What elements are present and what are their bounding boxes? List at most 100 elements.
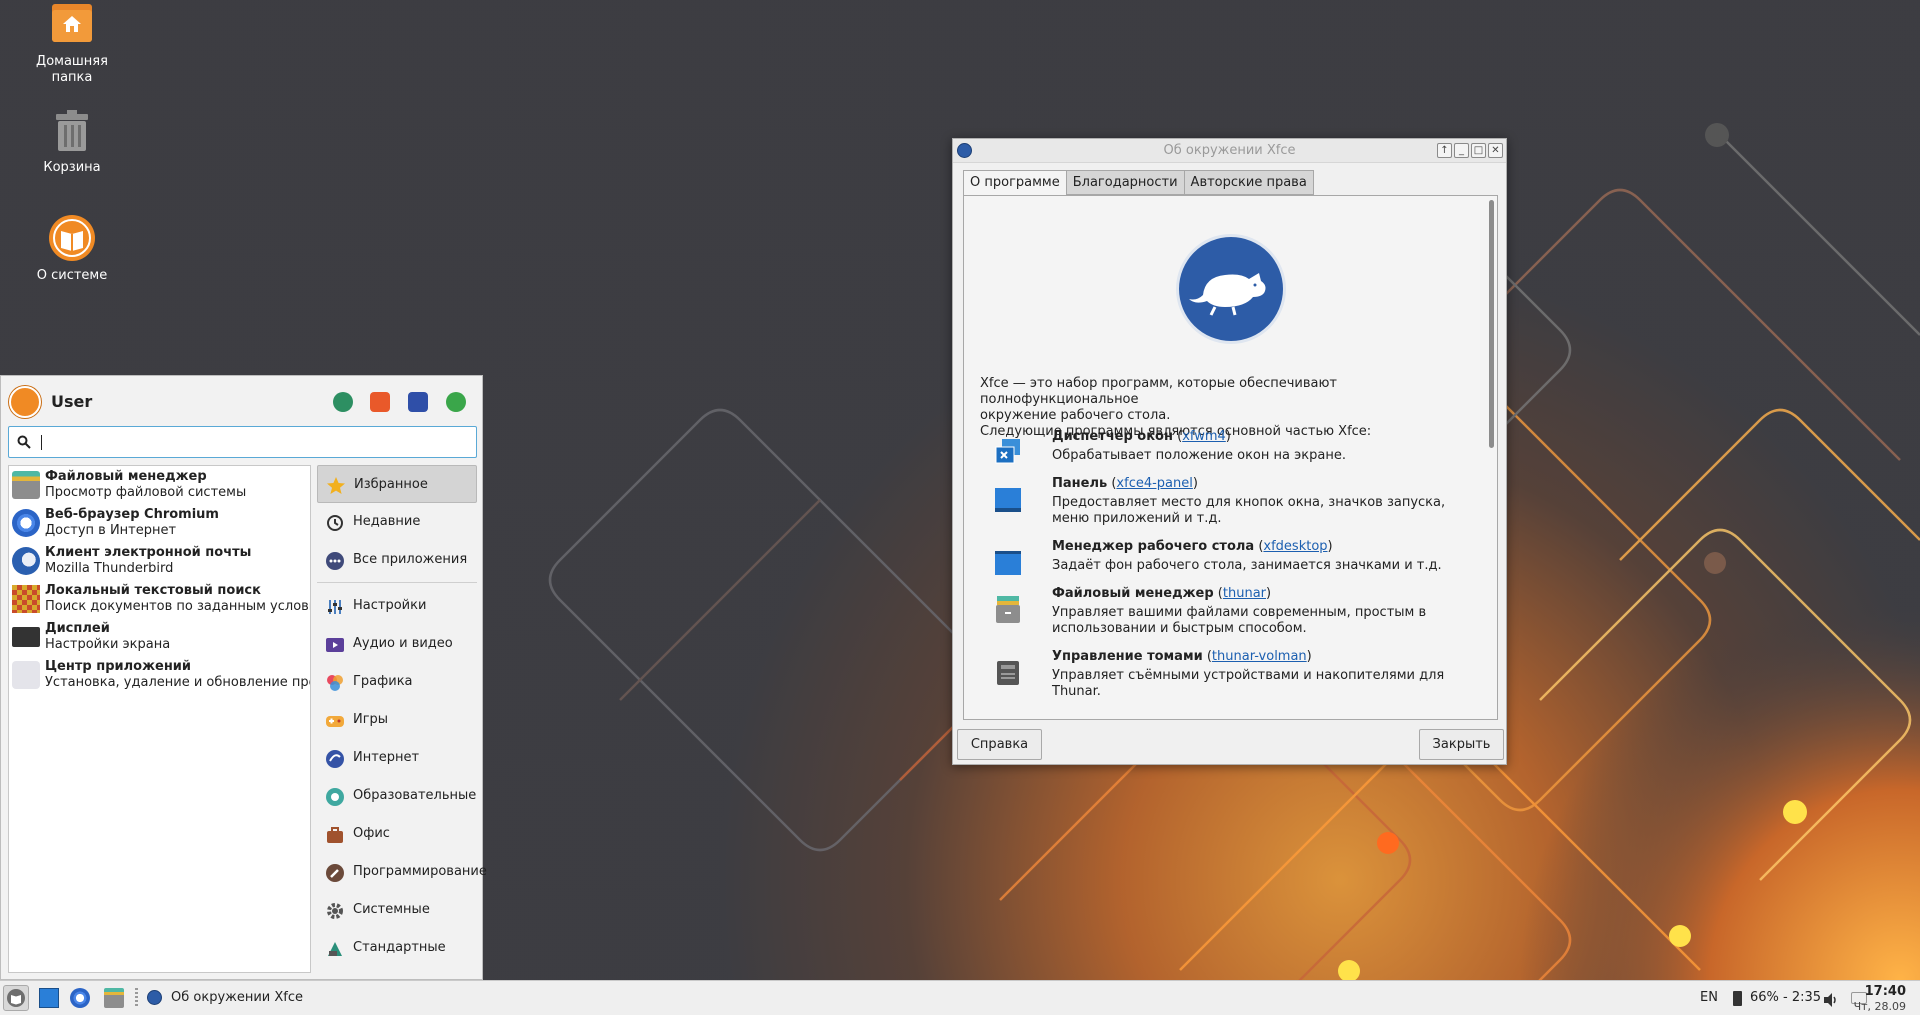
desktop-icon-about[interactable]: О системе (17, 214, 127, 284)
category-label: Аудио и видео (353, 636, 453, 651)
tab-credits[interactable]: Благодарности (1065, 170, 1185, 195)
scrollbar[interactable] (1489, 200, 1494, 448)
list-item[interactable]: Центр приложений Установка, удаление и о… (9, 656, 310, 694)
desktop-icon-trash[interactable]: Корзина (17, 106, 127, 176)
category-multimedia[interactable]: Аудио и видео (317, 625, 477, 663)
category-education[interactable]: Образовательные (317, 777, 477, 815)
application-menu: User Файловый менеджер Просмотр файловой… (0, 375, 487, 980)
category-graphics[interactable]: Графика (317, 663, 477, 701)
category-settings[interactable]: Настройки (317, 587, 477, 625)
category-label: Графика (353, 674, 413, 689)
shade-button[interactable]: ↑ (1437, 143, 1452, 158)
category-label: Офис (353, 826, 390, 841)
category-office[interactable]: Офис (317, 815, 477, 853)
list-item[interactable]: Локальный текстовый поиск Поиск документ… (9, 580, 310, 618)
close-button[interactable]: Закрыть (1419, 729, 1504, 760)
component-link[interactable]: thunar-volman (1212, 649, 1307, 664)
component-title: Диспетчер окон (xfwm4) (1052, 429, 1231, 444)
help-button[interactable]: Справка (957, 729, 1042, 760)
window-titlebar[interactable]: Об окружении Xfce ↑ _ □ ✕ (953, 139, 1506, 163)
desktop-icon-label: папка (51, 70, 93, 85)
system-icon (327, 903, 343, 919)
lock-icon[interactable] (370, 392, 390, 412)
category-label: Избранное (354, 477, 428, 492)
list-item[interactable]: Файловый менеджер Просмотр файловой сист… (9, 466, 310, 504)
clock-date[interactable]: Чт, 28.09 (1854, 1000, 1906, 1013)
keyboard-layout[interactable]: EN (1700, 990, 1718, 1005)
category-accessories[interactable]: Стандартные (317, 929, 477, 967)
multimedia-icon (326, 638, 344, 652)
close-window-button[interactable]: ✕ (1488, 143, 1503, 158)
separator-handle (135, 988, 138, 1008)
chromium-icon[interactable] (70, 988, 90, 1008)
list-item[interactable]: Клиент электронной почты Mozilla Thunder… (9, 542, 310, 580)
accessories-icon (328, 942, 342, 956)
list-item[interactable]: Веб-браузер Chromium Доступ в Интернет (9, 504, 310, 542)
category-games[interactable]: Игры (317, 701, 477, 739)
maximize-button[interactable]: □ (1471, 143, 1486, 158)
tab-copyright[interactable]: Авторские права (1183, 170, 1314, 195)
component-description: Управляет вашими файлами современным, пр… (1052, 605, 1427, 636)
avatar (9, 386, 41, 418)
component-item: Управление томами (thunar-volman) Управл… (980, 649, 1460, 709)
chromium-icon (12, 509, 40, 537)
logout-icon[interactable] (446, 392, 466, 412)
desktop-icon-home[interactable]: Домашняя папка (17, 0, 127, 86)
component-link[interactable]: xfce4-panel (1116, 476, 1192, 491)
component-item: Панель (xfce4-panel) Предоставляет место… (980, 476, 1460, 536)
scroll-area[interactable]: Xfce — это набор программ, которые обесп… (964, 196, 1485, 719)
category-development[interactable]: Программирование (317, 853, 487, 891)
text-search-icon (12, 585, 40, 613)
category-system[interactable]: Системные (317, 891, 477, 929)
category-favorites[interactable]: Избранное (317, 465, 477, 503)
category-label: Программирование (353, 864, 487, 879)
category-label: Образовательные (353, 788, 477, 803)
window-title: Об окружении Xfce (1163, 143, 1296, 158)
category-internet[interactable]: Интернет (317, 739, 477, 777)
app-name: Центр приложений (45, 659, 192, 674)
category-list: Избранное Недавние Все приложения Настро… (317, 465, 487, 973)
battery-icon[interactable] (1733, 991, 1742, 1006)
taskbar: Об окружении Xfce EN 66% - 2:35 17:40 Чт… (0, 980, 1920, 1015)
settings-icon[interactable] (333, 392, 353, 412)
show-desktop-icon[interactable] (39, 988, 59, 1008)
tab-about[interactable]: О программе (963, 170, 1067, 196)
battery-status[interactable]: 66% - 2:35 (1750, 990, 1821, 1005)
about-xfce-dialog: Об окружении Xfce ↑ _ □ ✕ О программе Бл… (952, 138, 1507, 765)
xfce-icon (147, 990, 162, 1005)
category-recent[interactable]: Недавние (317, 503, 477, 541)
component-title: Управление томами (thunar-volman) (1052, 649, 1312, 664)
settings-icon (328, 600, 342, 614)
app-description: Mozilla Thunderbird (45, 561, 174, 576)
clock-time[interactable]: 17:40 (1865, 984, 1906, 999)
switch-user-icon[interactable] (408, 392, 428, 412)
search-input[interactable] (8, 426, 477, 458)
component-item: Файловый менеджер (thunar) Управляет ваш… (980, 586, 1460, 646)
about-system-icon (7, 989, 25, 1007)
component-title: Панель (xfce4-panel) (1052, 476, 1198, 491)
volume-icon[interactable] (1822, 990, 1840, 1010)
category-all[interactable]: Все приложения (317, 541, 477, 579)
category-label: Настройки (353, 598, 427, 613)
category-label: Игры (353, 712, 389, 727)
app-name: Веб-браузер Chromium (45, 507, 219, 522)
whisker-menu-button[interactable] (3, 985, 29, 1011)
panel-icon (995, 488, 1021, 512)
task-label: Об окружении Xfce (171, 990, 303, 1005)
component-description: Задаёт фон рабочего стола, занимается зн… (1052, 558, 1442, 573)
file-manager-icon[interactable] (104, 988, 124, 1008)
category-label: Стандартные (353, 940, 446, 955)
app-name: Файловый менеджер (45, 469, 207, 484)
component-name: Управление томами (1052, 649, 1203, 664)
component-link[interactable]: xfwm4 (1182, 429, 1226, 444)
component-link[interactable]: thunar (1223, 586, 1266, 601)
file-manager-icon (996, 596, 1020, 623)
component-description: Предоставляет место для кнопок окна, зна… (1052, 495, 1446, 526)
minimize-button[interactable]: _ (1454, 143, 1469, 158)
component-name: Диспетчер окон (1052, 429, 1173, 444)
search-icon (17, 435, 31, 449)
desktop-icon-label: Корзина (43, 160, 101, 175)
list-item[interactable]: Дисплей Настройки экрана (9, 618, 310, 656)
component-link[interactable]: xfdesktop (1263, 539, 1327, 554)
volume-manager-icon (997, 661, 1019, 685)
